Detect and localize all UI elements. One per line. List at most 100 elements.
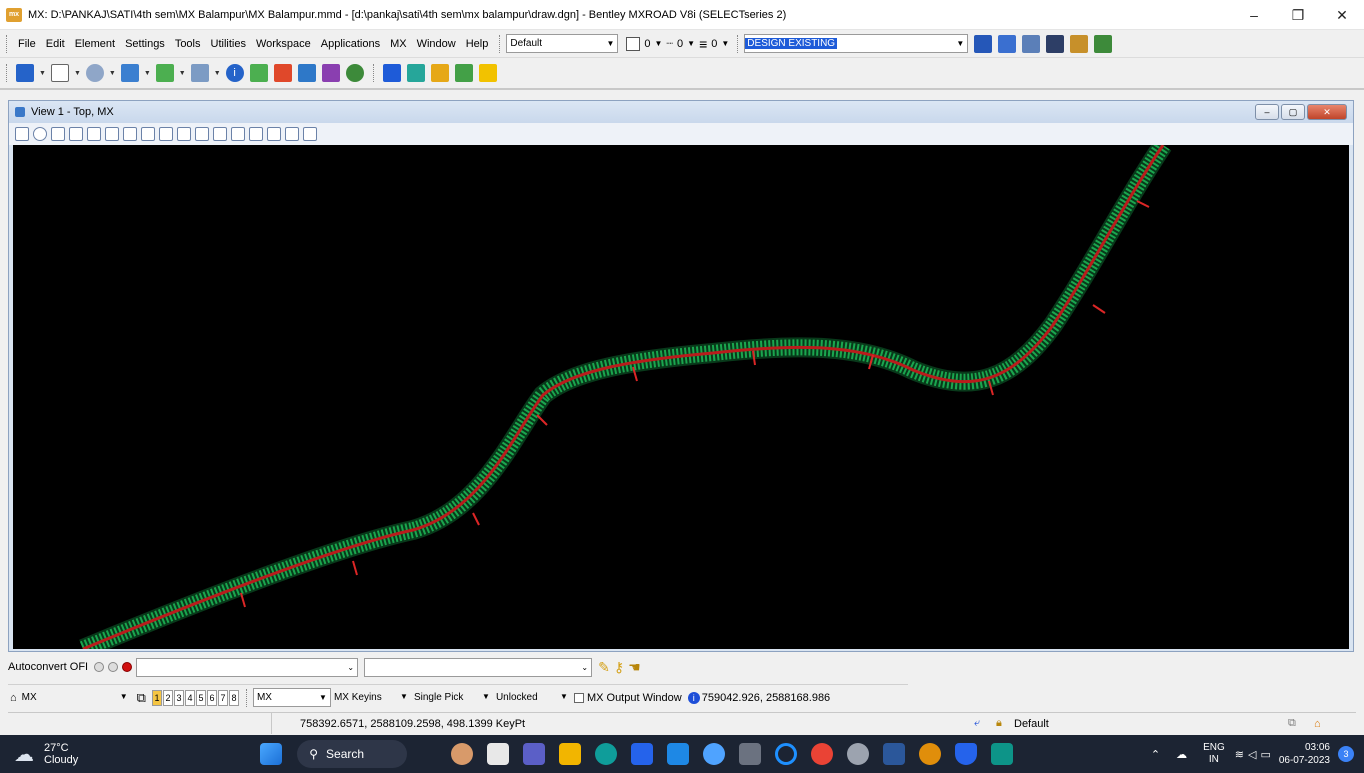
onedrive-icon[interactable]: ☁: [1176, 748, 1187, 761]
mx-app-icon[interactable]: [919, 743, 942, 765]
view-tab-4[interactable]: 4: [184, 689, 195, 706]
mx-design-icon[interactable]: [454, 64, 473, 82]
meet-icon[interactable]: [523, 743, 546, 765]
mx-report-icon[interactable]: [478, 64, 497, 82]
chevron-down-icon[interactable]: ▼: [214, 70, 221, 77]
settings-icon[interactable]: [703, 743, 726, 765]
view-close-button[interactable]: ✕: [1307, 104, 1347, 120]
view-tab-3[interactable]: 3: [173, 689, 184, 706]
model-select[interactable]: MX ▼: [19, 688, 131, 707]
menu-tools[interactable]: Tools: [170, 38, 206, 50]
app-icon[interactable]: [847, 743, 870, 765]
radio-option-3[interactable]: [122, 662, 133, 672]
menu-settings[interactable]: Settings: [120, 38, 170, 50]
clip-volume-icon[interactable]: [249, 127, 263, 141]
new-file-icon[interactable]: [50, 64, 69, 82]
store-icon[interactable]: [631, 743, 654, 765]
cloud-icon[interactable]: ☁: [14, 742, 34, 767]
close-button[interactable]: ✕: [1320, 0, 1364, 30]
weight-dropdown-icon[interactable]: ▼: [721, 39, 729, 48]
edge-icon[interactable]: [595, 743, 618, 765]
snap-mode-icon[interactable]: ⤶: [974, 717, 980, 730]
line-weight-icon[interactable]: ≡: [699, 36, 707, 52]
dimension-icon[interactable]: [190, 64, 209, 82]
chevron-down-icon[interactable]: ▼: [144, 70, 151, 77]
color-dropdown-icon[interactable]: ▼: [654, 39, 662, 48]
menu-edit[interactable]: Edit: [41, 38, 70, 50]
color-swatch-icon[interactable]: [626, 36, 641, 51]
view-attributes-icon[interactable]: [15, 127, 29, 141]
chevron-up-icon[interactable]: ⌃: [1151, 748, 1160, 761]
level-filter-icon[interactable]: [1022, 34, 1041, 53]
calculator-icon[interactable]: [739, 743, 762, 765]
grid-icon[interactable]: [321, 64, 340, 82]
home-icon[interactable]: ⌂: [1314, 718, 1321, 730]
pick-mode-select[interactable]: Single Pick ▼: [411, 688, 493, 707]
mx-string-icon[interactable]: [382, 64, 401, 82]
attributes-icon[interactable]: [85, 64, 104, 82]
volume-icon[interactable]: ◁: [1248, 748, 1256, 761]
wifi-icon[interactable]: ≋: [1235, 748, 1244, 761]
mxroad-taskbar-icon[interactable]: [667, 743, 690, 765]
pencil-icon[interactable]: [1094, 34, 1113, 53]
view-tab-8[interactable]: 8: [228, 689, 239, 706]
view-tab-1[interactable]: 1: [151, 689, 162, 706]
radio-option-2[interactable]: [108, 662, 119, 672]
level-select[interactable]: Default ▼: [506, 34, 619, 53]
hand-icon[interactable]: ☚: [628, 659, 641, 676]
recycle-icon[interactable]: [249, 64, 268, 82]
info-icon[interactable]: i: [225, 64, 244, 82]
zoom-out-icon[interactable]: [105, 127, 119, 141]
minimize-button[interactable]: –: [1232, 0, 1276, 30]
weather-widget[interactable]: 27°C Cloudy: [44, 742, 78, 766]
clip-mask-icon[interactable]: [267, 127, 281, 141]
rotate-view-icon[interactable]: [159, 127, 173, 141]
lighting-icon[interactable]: [51, 127, 65, 141]
restore-button[interactable]: ❐: [1276, 0, 1320, 30]
view-groups-icon[interactable]: ⧉: [137, 690, 146, 706]
window-area-icon[interactable]: [123, 127, 137, 141]
pan-view-icon[interactable]: [177, 127, 191, 141]
chrome-icon[interactable]: [811, 743, 834, 765]
view-minimize-button[interactable]: –: [1255, 104, 1279, 120]
mx-intersection-icon[interactable]: [430, 64, 449, 82]
copy-view-icon[interactable]: [231, 127, 245, 141]
line-style-icon[interactable]: ┈: [666, 37, 673, 50]
chevron-down-icon[interactable]: ▼: [74, 70, 81, 77]
menu-utilities[interactable]: Utilities: [206, 38, 251, 50]
level-manager-icon[interactable]: [974, 34, 993, 53]
drawing-canvas[interactable]: [13, 145, 1349, 649]
references-icon[interactable]: [1046, 34, 1065, 53]
start-icon[interactable]: [260, 743, 283, 765]
menu-mx[interactable]: MX: [385, 38, 412, 50]
prompt-select-2[interactable]: ⌄: [364, 657, 593, 677]
menu-file[interactable]: File: [13, 38, 41, 50]
mx-junction-icon[interactable]: [406, 64, 425, 82]
search-box[interactable]: ⚲ Search: [297, 740, 408, 768]
view-previous-icon[interactable]: [195, 127, 209, 141]
lock-icon[interactable]: 🔒︎: [996, 717, 1002, 730]
image-viewer-icon[interactable]: [991, 743, 1014, 765]
element-selection-icon[interactable]: [16, 64, 34, 82]
search-icon[interactable]: [297, 64, 316, 82]
defender-icon[interactable]: [955, 743, 978, 765]
mx-keyins-select[interactable]: MX Keyins ▼: [331, 688, 411, 707]
mx-output-window-checkbox[interactable]: [573, 692, 584, 703]
menu-help[interactable]: Help: [461, 38, 494, 50]
view-tab-2[interactable]: 2: [162, 689, 173, 706]
chevron-down-icon[interactable]: ▼: [109, 70, 116, 77]
view-next-icon[interactable]: [213, 127, 227, 141]
battery-icon[interactable]: ▭: [1260, 748, 1270, 761]
style-dropdown-icon[interactable]: ▼: [687, 39, 695, 48]
active-level-select[interactable]: DESIGN EXISTING ▼: [744, 34, 969, 53]
radio-option-1[interactable]: [94, 662, 105, 672]
word-icon[interactable]: [883, 743, 906, 765]
view-tab-6[interactable]: 6: [206, 689, 217, 706]
widgets-icon[interactable]: [451, 743, 474, 765]
key-icon[interactable]: ⚷: [614, 659, 624, 676]
edit-icon[interactable]: [273, 64, 292, 82]
saved-views-icon[interactable]: [303, 127, 317, 141]
cortana-icon[interactable]: [775, 743, 798, 765]
open-file-icon[interactable]: [1070, 34, 1089, 53]
chevron-down-icon[interactable]: ▼: [179, 70, 186, 77]
